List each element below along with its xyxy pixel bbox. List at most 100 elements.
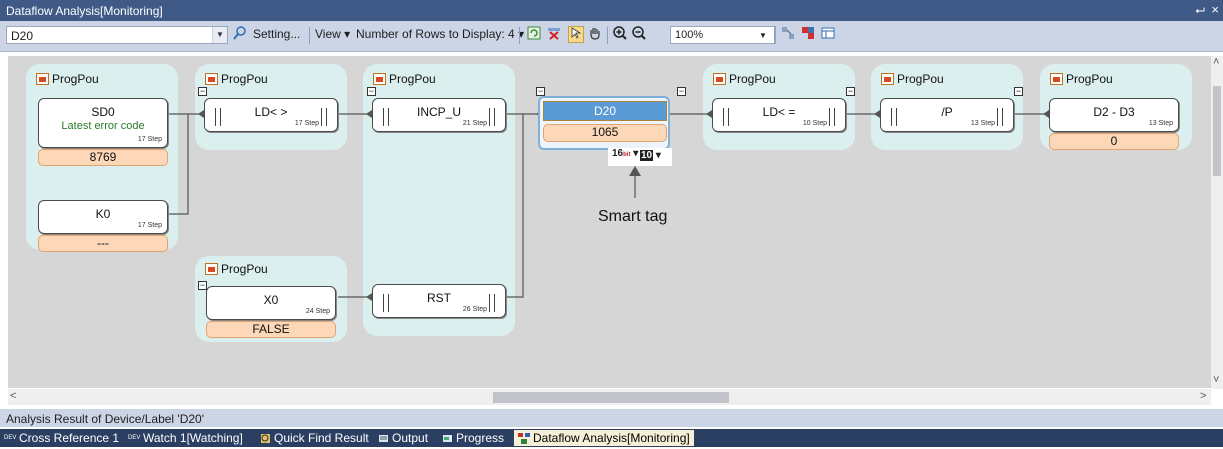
instruction-node-rst[interactable]: RST 26 Step [372,284,506,318]
bit-width-icon[interactable]: 16bit ▾ [612,148,638,159]
scroll-up-icon[interactable]: ˄ [1213,56,1219,68]
setting-button[interactable]: Setting... [253,27,300,41]
horizontal-scrollbar[interactable]: < > [8,389,1211,405]
collapse-toggle[interactable]: − [367,87,376,96]
device-node-sd0[interactable]: SD0 Latest error code 17 Step [38,98,168,148]
watch-icon: DEV [128,434,141,441]
node-name: SD0 [91,105,115,119]
device-combo[interactable]: D20 ▼ [6,26,228,44]
dataflow-canvas[interactable]: ProgPou ProgPou ProgPou ProgPou ProgPou … [8,56,1211,388]
scroll-down-icon[interactable]: ˅ [1213,374,1219,386]
chevron-down-icon[interactable]: ▼ [755,26,771,43]
node-name: LD< > [254,105,288,119]
progress-icon [441,433,453,444]
cross-reference-icon: DEV [4,434,17,441]
toolbar-separator [519,27,520,44]
chevron-down-icon[interactable]: ▼ [212,27,227,43]
instruction-node-p[interactable]: /P 13 Step [880,98,1014,132]
rows-label: Number of Rows to Display: 4 [356,27,515,41]
toolbar-separator [607,27,608,44]
export-icon[interactable] [800,26,816,43]
tab-label: Quick Find Result [274,431,369,445]
node-step: 17 Step [137,136,162,143]
horizontal-scroll-thumb[interactable] [493,392,729,403]
refresh-icon[interactable] [526,26,542,43]
collapse-toggle[interactable]: − [846,87,855,96]
tab-progress[interactable]: Progress [441,431,504,445]
node-value-d2-d3: 0 [1049,133,1179,150]
node-value-k0: --- [38,235,168,252]
vertical-scroll-thumb[interactable] [1213,86,1221,176]
toolbar: D20 ▼ Setting... View ▾ Number of Rows t… [0,21,1223,52]
device-node-d2-d3[interactable]: D2 - D3 13 Step [1049,98,1179,132]
tab-label: Progress [456,431,505,445]
node-name: K0 [95,207,111,221]
status-text: Analysis Result of Device/Label 'D20' [6,412,205,426]
instruction-node-ld-le[interactable]: LD< = 10 Step [712,98,846,132]
scroll-right-icon[interactable]: > [1200,390,1206,402]
bit-width-sub: bit [623,152,631,158]
toolbar-separator [774,27,775,44]
collapse-toggle[interactable]: − [677,87,686,96]
smart-tag[interactable]: 16bit ▾ 10 ▾ [608,148,672,166]
collapse-toggle[interactable]: − [1014,87,1023,96]
instruction-node-ld-ne[interactable]: LD< > 17 Step [204,98,338,132]
pointer-tool-icon[interactable] [568,26,584,43]
tab-dataflow-analysis[interactable]: Dataflow Analysis[Monitoring] [514,430,694,446]
zoom-in-icon[interactable] [612,26,628,43]
node-name: INCP_U [416,105,461,119]
node-step: 13 Step [1148,120,1173,127]
tab-cross-reference[interactable]: DEV Cross Reference 1 [4,431,119,445]
tab-label: Dataflow Analysis[Monitoring] [533,431,690,445]
node-step: 13 Step [970,120,995,127]
node-name: X0 [263,293,279,307]
table-icon[interactable] [820,26,836,43]
search-icon[interactable] [232,26,248,43]
node-step: 17 Step [294,120,319,127]
bottom-tab-bar: DEV Cross Reference 1 DEV Watch 1[Watchi… [0,429,1223,447]
node-name: /P [941,105,953,119]
tab-watch[interactable]: DEV Watch 1[Watching] [128,431,243,445]
tab-label: Watch 1[Watching] [143,431,243,445]
quick-find-icon [259,433,271,444]
device-node-d20[interactable]: D20 [543,101,667,121]
node-comment: Latest error code [61,120,145,132]
device-node-x0[interactable]: X0 24 Step [206,286,336,320]
dataflow-analysis-icon [518,432,530,444]
rows-to-display-button[interactable]: Number of Rows to Display: 4 ▾ [356,27,524,41]
number-format-label: 10 [640,150,654,161]
close-icon[interactable]: × [1211,2,1219,17]
output-icon [377,433,389,444]
layout-icon[interactable] [780,26,796,43]
hand-tool-icon[interactable] [587,26,603,43]
tab-quick-find-result[interactable]: Quick Find Result [259,431,369,445]
view-label: View [315,27,341,41]
node-name: D2 - D3 [1093,105,1135,119]
collapse-toggle[interactable]: − [536,87,545,96]
device-node-k0[interactable]: K0 17 Step [38,200,168,234]
node-step: 24 Step [305,308,330,315]
node-step: 17 Step [137,222,162,229]
vertical-scrollbar[interactable]: ˄ ˅ [1211,56,1223,389]
window-title: Dataflow Analysis[Monitoring] [6,4,163,18]
tab-label: Output [392,431,429,445]
node-value-x0: FALSE [206,321,336,338]
collapse-toggle[interactable]: − [198,87,207,96]
node-name: LD< = [762,105,796,119]
bit-width-label: 16 [612,148,624,159]
window-title-bar: Dataflow Analysis[Monitoring] ⮠ × [0,0,1223,21]
node-step: 21 Step [462,120,487,127]
number-format-icon[interactable]: 10 ▾ [640,150,661,161]
smart-tag-caption: Smart tag [598,208,668,225]
tab-output[interactable]: Output [377,431,428,445]
node-step: 10 Step [802,120,827,127]
tab-label: Cross Reference 1 [19,431,120,445]
scroll-left-icon[interactable]: < [10,390,16,402]
pin-icon[interactable]: ⮠ [1195,3,1205,18]
zoom-out-icon[interactable] [631,26,647,43]
clear-icon[interactable] [546,26,562,43]
node-step: 26 Step [462,306,487,313]
instruction-node-incp-u[interactable]: INCP_U 21 Step [372,98,506,132]
node-value-sd0: 8769 [38,149,168,166]
view-menu-button[interactable]: View ▾ [315,27,350,41]
